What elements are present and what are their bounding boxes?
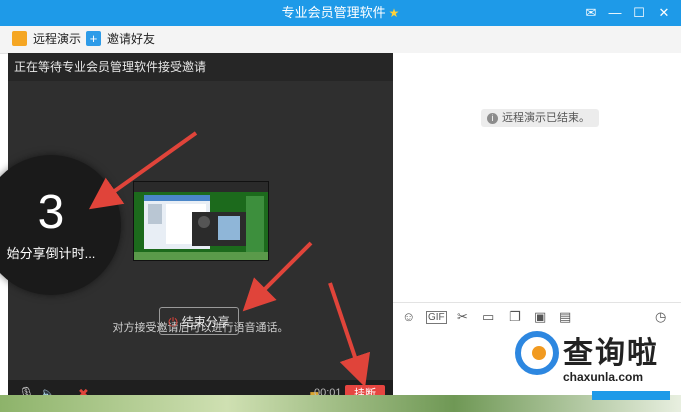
calendar-icon[interactable]: ▤	[559, 309, 571, 325]
emoji-icon[interactable]: ☺	[402, 309, 415, 324]
image-icon[interactable]: ▣	[534, 309, 546, 325]
gif-icon[interactable]: GIF	[426, 311, 447, 324]
file-icon[interactable]: ❐	[509, 309, 521, 325]
folder-icon[interactable]: ▭	[482, 309, 494, 325]
scissors-icon[interactable]: ✂	[457, 309, 468, 325]
notice-text: 远程演示已结束。	[502, 112, 590, 124]
arrow-to-countdown	[88, 131, 198, 210]
history-icon[interactable]: ◷	[655, 309, 666, 325]
system-notice: i 远程演示已结束。	[481, 109, 599, 127]
watermark-url: chaxunla.com	[563, 370, 644, 384]
arrow-to-end-share	[242, 241, 313, 312]
background-decoration	[0, 395, 681, 412]
watermark: 查询啦 chaxunla.com	[505, 324, 671, 394]
arrow-to-hangup	[328, 282, 371, 388]
info-icon: i	[487, 113, 498, 124]
watermark-logo-icon	[515, 331, 559, 375]
watermark-name: 查询啦	[563, 337, 659, 370]
